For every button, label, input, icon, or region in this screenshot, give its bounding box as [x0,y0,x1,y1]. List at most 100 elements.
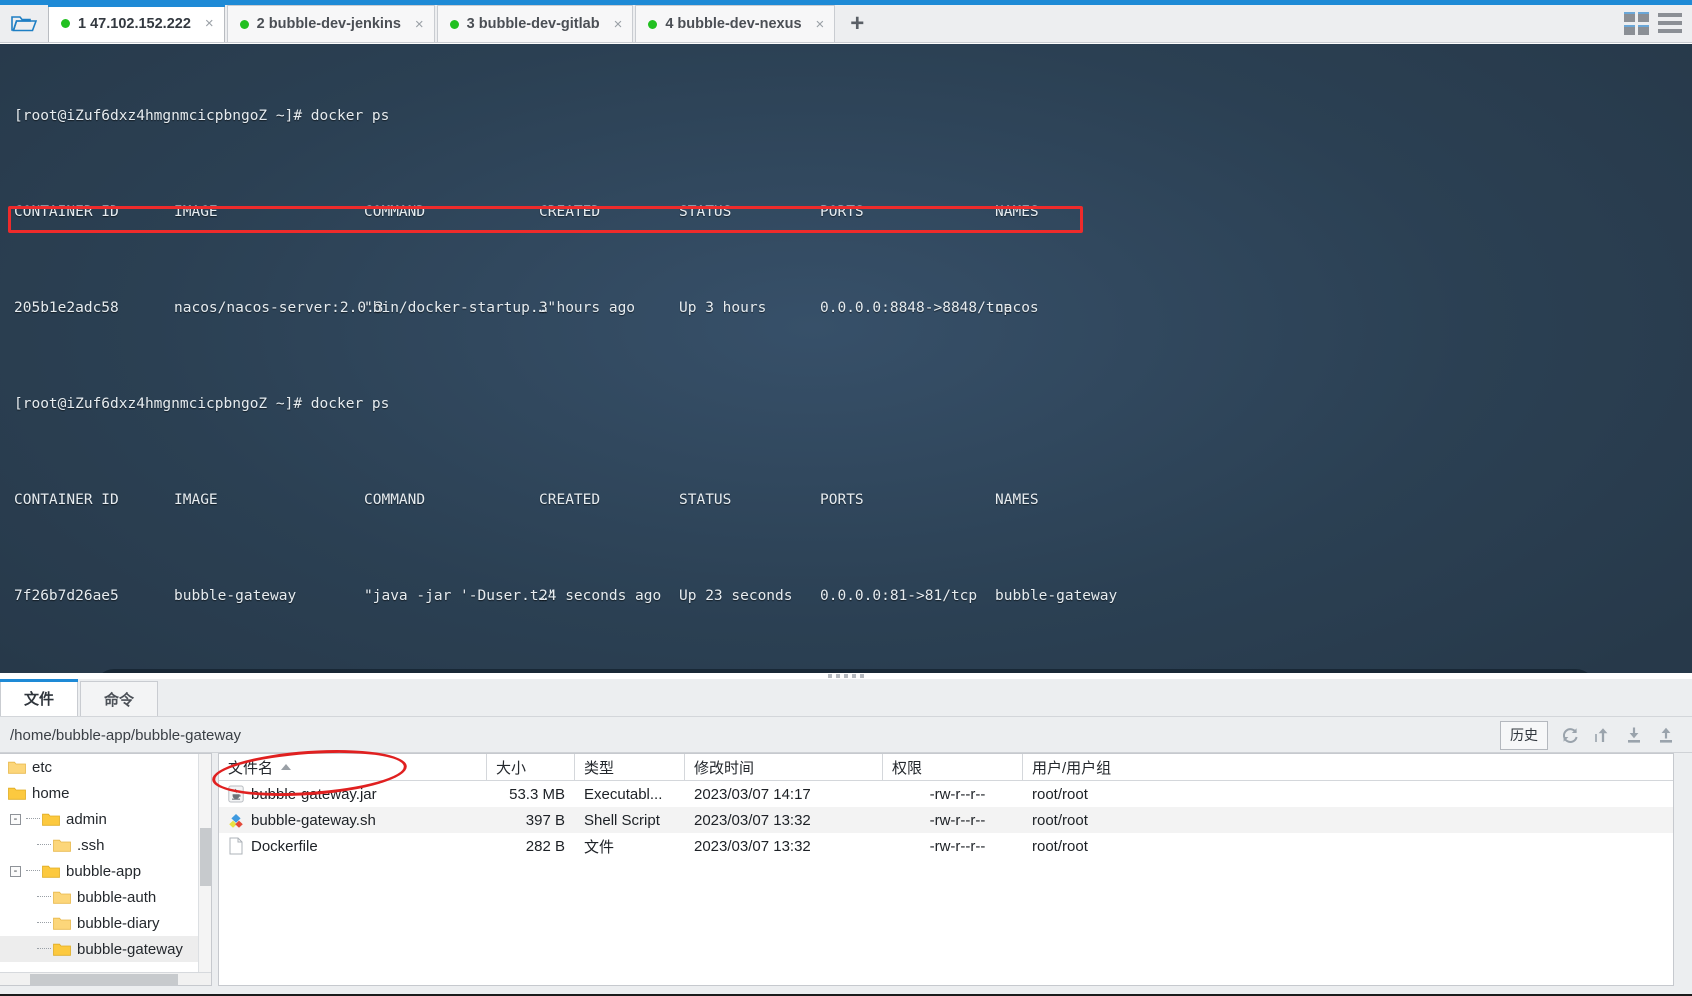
tab-bar: 1 47.102.152.222 × 2 bubble-dev-jenkins … [0,4,1692,43]
tree-connector [24,870,42,872]
sort-asc-icon [281,764,292,770]
file-mtime: 2023/03/07 14:17 [694,785,811,803]
file-mtime: 2023/03/07 13:32 [694,811,811,829]
col-status-header: STATUS [679,492,732,508]
collapse-expander-icon[interactable]: - [10,865,21,877]
col-names-header: NAMES [995,204,1039,220]
file-row-jar[interactable]: bubble-gateway.jar 53.3 MB Executabl... … [219,781,1673,807]
bottom-panel: 文件 命令 /home/bubble-app/bubble-gateway 历史 [0,679,1692,996]
grid-view-icon[interactable] [1624,11,1649,35]
tree-vertical-scrollbar[interactable] [198,754,211,974]
session-tab-label: 3 bubble-dev-gitlab [466,16,600,32]
column-header-filename-label: 文件名 [228,759,274,777]
session-tab-3[interactable]: 3 bubble-dev-gitlab × [436,5,634,42]
file-type: Shell Script [584,811,660,829]
container-created: 3 hours ago [539,300,636,316]
file-permissions: -rw-r--r-- [929,811,986,829]
current-path[interactable]: /home/bubble-app/bubble-gateway [0,727,1500,744]
column-header-type[interactable]: 类型 [575,754,685,780]
tree-node-bubble-app[interactable]: - bubble-app [0,858,211,884]
close-tab-icon[interactable]: × [816,17,825,32]
column-header-permissions[interactable]: 权限 [883,754,1023,780]
download-file-icon[interactable] [1624,725,1644,745]
file-size: 53.3 MB [509,785,565,803]
tree-node-label: .ssh [77,836,105,854]
tree-node-label: bubble-gateway [77,940,183,958]
file-name: bubble-gateway.sh [251,811,376,829]
close-tab-icon[interactable]: × [205,16,214,31]
open-session-manager-button[interactable] [0,4,48,42]
close-tab-icon[interactable]: × [415,17,424,32]
col-names-header: NAMES [995,492,1039,508]
tree-connector [35,896,53,898]
directory-tree[interactable]: etc home - admin .ssh - bubble-app bubbl… [0,753,212,986]
bottom-panel-tabs: 文件 命令 [0,679,160,717]
terminal-pane[interactable]: [root@iZuf6dxz4hmgnmcicpbngoZ ~]# docker… [0,44,1692,673]
column-header-mtime[interactable]: 修改时间 [685,754,883,780]
tab-files[interactable]: 文件 [0,679,78,717]
plain-file-icon [229,837,243,855]
col-container-id-header: CONTAINER ID [14,204,119,220]
container-ports: 0.0.0.0:8848->8848/tcp [820,300,1013,316]
container-row: 205b1e2adc58 nacos/nacos-server:2.0.3"bin… [14,296,1155,320]
session-tabs: 1 47.102.152.222 × 2 bubble-dev-jenkins … [48,4,877,42]
terminal-prompt-line: [root@iZuf6dxz4hmgnmcicpbngoZ ~]# docker… [14,396,390,412]
container-status: Up 23 seconds [679,588,793,604]
app-window: 1 47.102.152.222 × 2 bubble-dev-jenkins … [0,0,1692,996]
file-permissions: -rw-r--r-- [929,785,986,803]
tree-node-admin[interactable]: - admin [0,806,211,832]
tab-commands[interactable]: 命令 [80,681,158,717]
file-size: 282 B [525,837,565,855]
collapse-expander-icon[interactable]: - [10,813,21,825]
col-container-id-header: CONTAINER ID [14,492,119,508]
tree-node-label: bubble-app [66,862,142,880]
shell-script-icon [229,814,243,828]
connection-status-dot [61,19,70,28]
tree-node-bubble-auth[interactable]: bubble-auth [0,884,211,910]
folder-icon [8,787,26,800]
session-tab-4[interactable]: 4 bubble-dev-nexus × [635,5,836,42]
container-row-highlighted: 7f26b7d26ae5 bubble-gateway "java -jar '-D… [14,584,1155,608]
splitter-grip[interactable] [828,674,864,678]
container-names: nacos [995,300,1039,316]
file-list-header: 文件名 大小 类型 修改时间 权限 用户/用户组 [219,754,1673,780]
file-type: Executabl... [584,785,663,803]
go-up-icon[interactable] [1592,725,1612,745]
file-owner: root/root [1032,785,1088,803]
refresh-icon[interactable] [1560,725,1580,745]
tree-node-bubble-diary[interactable]: bubble-diary [0,910,211,936]
new-tab-button[interactable]: + [837,5,877,42]
hamburger-menu-icon[interactable] [1658,13,1682,33]
tree-horizontal-scrollbar[interactable] [0,972,211,985]
tree-node-ssh[interactable]: .ssh [0,832,211,858]
session-tab-2[interactable]: 2 bubble-dev-jenkins × [226,5,435,42]
session-tab-label: 4 bubble-dev-nexus [665,16,802,32]
tree-node-home[interactable]: home [0,780,211,806]
tree-node-bubble-gateway[interactable]: bubble-gateway [0,936,211,962]
col-created-header: CREATED [539,492,601,508]
terminal-prompt-line: [root@iZuf6dxz4hmgnmcicpbngoZ ~]# docker… [14,108,390,124]
upload-file-icon[interactable] [1656,725,1676,745]
container-id: 205b1e2adc58 [14,300,119,316]
terminal-header-row: CONTAINER ID IMAGE COMMAND CREATED STATUS POR… [14,200,1155,224]
column-header-size[interactable]: 大小 [487,754,575,780]
column-header-filename[interactable]: 文件名 [219,754,487,780]
session-tab-1[interactable]: 1 47.102.152.222 × [48,4,225,42]
file-row-dockerfile[interactable]: Dockerfile 282 B 文件 2023/03/07 13:32 -rw… [219,833,1673,859]
folder-icon [8,761,26,774]
tree-connector [35,948,53,950]
tree-node-etc[interactable]: etc [0,754,211,780]
folder-icon [42,865,60,878]
close-tab-icon[interactable]: × [614,17,623,32]
container-command: "java -jar '-Duser.t…" [364,588,557,604]
file-name: Dockerfile [251,837,318,855]
file-owner: root/root [1032,811,1088,829]
tab-bar-right-tools [1624,4,1692,42]
column-header-owner[interactable]: 用户/用户组 [1023,754,1203,780]
file-row-sh[interactable]: bubble-gateway.sh 397 B Shell Script 202… [219,807,1673,833]
path-history-button[interactable]: 历史 [1500,720,1548,750]
col-image-header: IMAGE [174,204,218,220]
tree-node-label: etc [32,758,53,776]
terminal-header-row: CONTAINER ID IMAGE COMMAND CREATED STATUS POR… [14,488,1155,512]
file-list[interactable]: 文件名 大小 类型 修改时间 权限 用户/用户组 bubble-gateway.… [218,753,1674,986]
